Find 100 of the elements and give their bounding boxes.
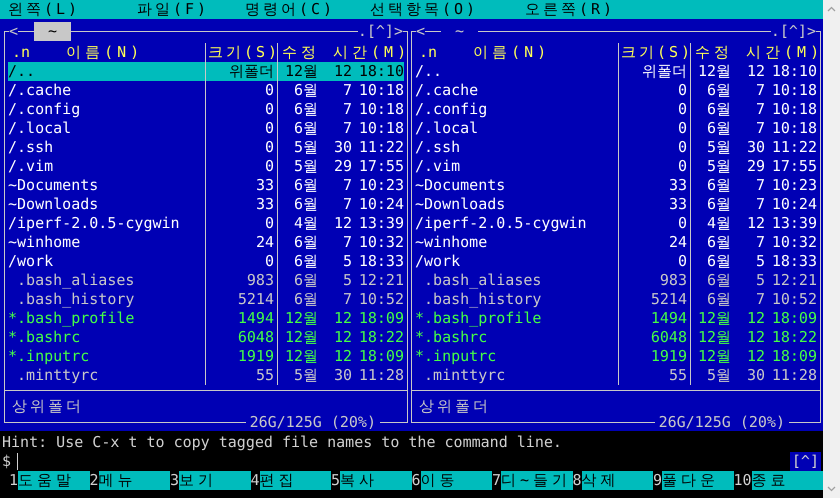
function-key[interactable]: 편집 (260, 471, 331, 490)
file-time: 18:09 (358, 309, 404, 328)
file-name[interactable]: .bash_history (415, 290, 619, 309)
file-time: 10:18 (358, 100, 404, 119)
file-day: 12 (318, 214, 352, 233)
file-day: 7 (731, 176, 765, 195)
file-day: 12 (318, 347, 352, 366)
file-name[interactable]: *.bashrc (8, 328, 206, 347)
file-day: 7 (318, 176, 352, 195)
file-name[interactable]: .bash_history (8, 290, 206, 309)
file-name[interactable]: /work (8, 252, 206, 271)
function-key[interactable]: 보기 (179, 471, 250, 490)
column-header[interactable]: 수정 시간(M) (695, 43, 824, 62)
file-name[interactable]: /.local (8, 119, 206, 138)
file-time: 18:22 (770, 328, 817, 347)
file-month: 6월 (706, 252, 731, 271)
file-month: 12월 (696, 62, 731, 81)
file-name[interactable]: ~Documents (415, 176, 619, 195)
file-name[interactable]: /.. (8, 62, 206, 81)
scroll-down-icon[interactable] (827, 486, 836, 492)
panel-right-marker[interactable]: .[^]> (358, 22, 403, 40)
file-name[interactable]: ~Documents (8, 176, 206, 195)
file-name[interactable]: ~Downloads (8, 195, 206, 214)
function-key[interactable]: 삭제 (582, 471, 653, 490)
file-size: 33 (206, 195, 278, 214)
menu-item[interactable]: 왼쪽(L) (8, 0, 137, 19)
column-header[interactable]: 이름(N) (66, 43, 144, 62)
function-key[interactable]: 메뉴 (98, 471, 170, 490)
mini-status: 상위폴더 (418, 396, 492, 417)
column-header[interactable]: 크기(S) (208, 43, 280, 62)
file-name[interactable]: ~Downloads (415, 195, 619, 214)
file-name[interactable]: /.vim (415, 157, 619, 176)
file-name[interactable]: *.bash_profile (8, 309, 206, 328)
function-key[interactable]: 풀다운 (662, 471, 734, 490)
disk-usage: 26G/125G (20%) (658, 413, 786, 432)
file-size: 0 (619, 119, 691, 138)
file-name[interactable]: /.local (415, 119, 619, 138)
file-size: 55 (206, 366, 278, 385)
function-key-number: 8 (572, 471, 582, 490)
file-month: 12월 (284, 309, 318, 328)
function-key-number: 7 (492, 471, 502, 490)
file-name[interactable]: *.inputrc (415, 347, 619, 366)
function-key[interactable]: 이동 (420, 471, 492, 490)
file-name[interactable]: ~winhome (8, 233, 206, 252)
panel-right-marker[interactable]: .[^]> (770, 22, 816, 40)
file-size: 0 (619, 138, 691, 157)
file-name[interactable]: ~winhome (415, 233, 619, 252)
file-name[interactable]: .minttyrc (8, 366, 206, 385)
file-size: 0 (206, 81, 278, 100)
file-name[interactable]: .minttyrc (415, 366, 619, 385)
panel-left-marker[interactable]: < (9, 22, 18, 40)
file-name[interactable]: /.cache (8, 81, 206, 100)
file-name[interactable]: *.bash_profile (415, 309, 619, 328)
column-header[interactable]: 수정 시간(M) (282, 43, 410, 62)
menu-item[interactable]: 선택항목(O) (370, 0, 525, 19)
file-day: 7 (318, 81, 352, 100)
column-header[interactable]: 크기(S) (621, 43, 694, 62)
function-key[interactable]: 복사 (340, 471, 412, 490)
file-name[interactable]: .bash_aliases (415, 271, 619, 290)
file-name[interactable]: /.. (415, 62, 619, 81)
file-day: 7 (731, 233, 765, 252)
file-month: 6월 (292, 195, 318, 214)
file-name[interactable]: /.ssh (8, 138, 206, 157)
function-key[interactable]: 종료 (752, 471, 824, 490)
menu-item[interactable]: 파일(F) (137, 0, 245, 19)
file-name[interactable]: /.config (415, 100, 619, 119)
scroll-up-icon[interactable] (827, 6, 836, 12)
function-key[interactable]: 도움말 (18, 471, 90, 490)
file-size: 0 (206, 214, 278, 233)
file-name[interactable]: /.vim (8, 157, 206, 176)
file-name[interactable]: /work (415, 252, 619, 271)
file-time: 13:39 (358, 214, 404, 233)
file-name[interactable]: /.cache (415, 81, 619, 100)
file-name[interactable]: /.config (8, 100, 206, 119)
scrollbar[interactable] (823, 0, 840, 498)
column-header[interactable]: .n (12, 43, 30, 62)
file-month: 5월 (706, 157, 731, 176)
column-header[interactable]: .n (419, 43, 438, 62)
file-time: 10:18 (770, 81, 817, 100)
file-size: 0 (619, 81, 691, 100)
file-size: 위폴더 (619, 62, 691, 81)
column-header[interactable]: 이름(N) (473, 43, 550, 62)
file-name[interactable]: *.inputrc (8, 347, 206, 366)
file-time: 17:55 (770, 157, 817, 176)
menu-item[interactable]: 오른쪽(R) (525, 0, 645, 19)
file-day: 7 (731, 290, 765, 309)
file-name[interactable]: /iperf-2.0.5-cygwin (8, 214, 206, 233)
file-name[interactable]: *.bashrc (415, 328, 619, 347)
function-key[interactable]: 디~들기 (501, 471, 572, 490)
function-key-number: 4 (250, 471, 260, 490)
file-name[interactable]: /iperf-2.0.5-cygwin (415, 214, 619, 233)
file-time: 18:09 (770, 309, 817, 328)
file-time: 10:18 (358, 81, 404, 100)
scroll-marker[interactable]: [^] (790, 452, 821, 471)
menu-item[interactable]: 명령어(C) (245, 0, 370, 19)
file-size: 33 (619, 195, 691, 214)
panel-left-marker[interactable]: < (416, 22, 426, 40)
function-key-number: 10 (734, 471, 752, 490)
file-name[interactable]: .bash_aliases (8, 271, 206, 290)
file-name[interactable]: /.ssh (415, 138, 619, 157)
